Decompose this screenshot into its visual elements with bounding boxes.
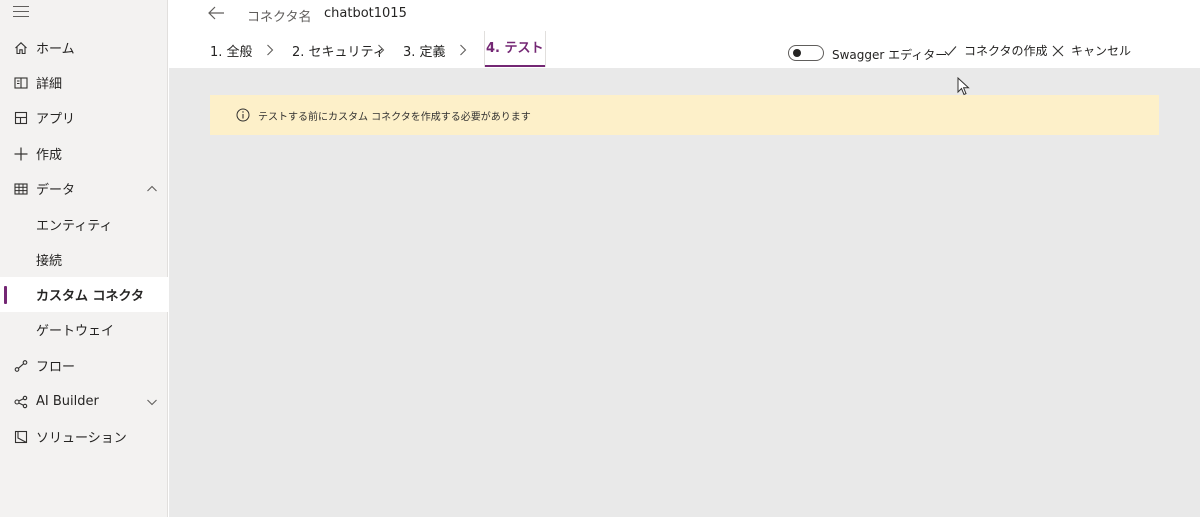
- nav-item-label: 詳細: [36, 77, 63, 92]
- chevron-right-icon: [460, 44, 467, 56]
- ai-builder-icon: [13, 394, 29, 410]
- nav-item-home[interactable]: ホーム: [0, 30, 168, 65]
- apps-icon: [13, 110, 29, 126]
- connector-name-value[interactable]: chatbot1015: [324, 6, 407, 21]
- nav-item-learn[interactable]: 詳細: [0, 65, 168, 100]
- nav-item-entities[interactable]: エンティティ: [0, 207, 168, 242]
- mouse-cursor-icon: [957, 77, 970, 96]
- chevron-right-icon: [378, 44, 385, 56]
- hamburger-menu-icon[interactable]: [13, 6, 29, 18]
- create-connector-button[interactable]: コネクタの作成: [944, 42, 1048, 59]
- nav-item-data[interactable]: データ: [0, 171, 168, 206]
- toggle-knob: [793, 49, 801, 57]
- chevron-up-icon[interactable]: [146, 183, 158, 195]
- main-content: テストする前にカスタム コネクタを作成する必要があります: [169, 68, 1200, 517]
- step-test-label: 4. テスト: [486, 41, 544, 56]
- nav-item-apps[interactable]: アプリ: [0, 100, 168, 135]
- selected-indicator: [4, 286, 7, 304]
- nav-item-label: AI Builder: [36, 394, 99, 409]
- nav-item-gateways[interactable]: ゲートウェイ: [0, 312, 168, 347]
- chevron-down-icon[interactable]: [146, 396, 158, 408]
- nav-item-label: 作成: [36, 148, 63, 163]
- nav-item-label: フロー: [36, 360, 76, 375]
- chevron-right-icon: [267, 44, 274, 56]
- solution-icon: [13, 429, 29, 445]
- wizard-steps: 1. 全般 2. セキュリティ 3. 定義 4. テスト Swagger エディ…: [169, 31, 1200, 68]
- cancel-label: キャンセル: [1071, 44, 1132, 58]
- cancel-button[interactable]: キャンセル: [1052, 42, 1131, 59]
- nav-item-label: エンティティ: [36, 219, 113, 234]
- step-test[interactable]: 4. テスト: [484, 31, 546, 67]
- warning-banner: テストする前にカスタム コネクタを作成する必要があります: [210, 95, 1159, 135]
- nav-item-custom-connectors[interactable]: カスタム コネクタ: [0, 277, 168, 312]
- swagger-editor-toggle[interactable]: [788, 45, 824, 61]
- nav-item-label: 接続: [36, 254, 63, 269]
- banner-message: テストする前にカスタム コネクタを作成する必要があります: [258, 112, 531, 123]
- flow-icon: [13, 358, 29, 374]
- nav-item-label: ソリューション: [36, 431, 127, 446]
- checkmark-icon: [944, 45, 957, 56]
- nav-item-label: カスタム コネクタ: [36, 289, 145, 304]
- step-general[interactable]: 1. 全般: [210, 41, 253, 60]
- left-nav: ホーム 詳細 アプリ 作成 データ エンティティ 接続 カスタム コネクタ ゲー…: [0, 0, 168, 517]
- connector-name-label: コネクタ名: [247, 10, 312, 25]
- nav-item-create[interactable]: 作成: [0, 136, 168, 171]
- nav-item-label: ホーム: [36, 42, 75, 57]
- info-icon: [236, 108, 250, 122]
- nav-item-solutions[interactable]: ソリューション: [0, 419, 168, 454]
- nav-item-label: アプリ: [36, 112, 76, 127]
- nav-item-label: ゲートウェイ: [36, 324, 115, 339]
- table-icon: [13, 181, 29, 197]
- home-icon: [13, 40, 29, 56]
- nav-item-flows[interactable]: フロー: [0, 348, 168, 383]
- step-definition[interactable]: 3. 定義: [403, 41, 446, 60]
- plus-icon: [13, 146, 29, 162]
- active-step-underline: [485, 65, 545, 67]
- create-connector-label: コネクタの作成: [964, 44, 1048, 58]
- nav-item-label: データ: [36, 183, 76, 198]
- step-security[interactable]: 2. セキュリティ: [292, 41, 386, 60]
- close-icon: [1052, 45, 1064, 56]
- back-arrow-icon[interactable]: [207, 5, 225, 21]
- header-bar: コネクタ名 chatbot1015: [169, 0, 1200, 32]
- nav-item-connections[interactable]: 接続: [0, 242, 168, 277]
- nav-item-ai-builder[interactable]: AI Builder: [0, 384, 168, 419]
- swagger-editor-label: Swagger エディター: [832, 48, 948, 62]
- book-icon: [13, 75, 29, 91]
